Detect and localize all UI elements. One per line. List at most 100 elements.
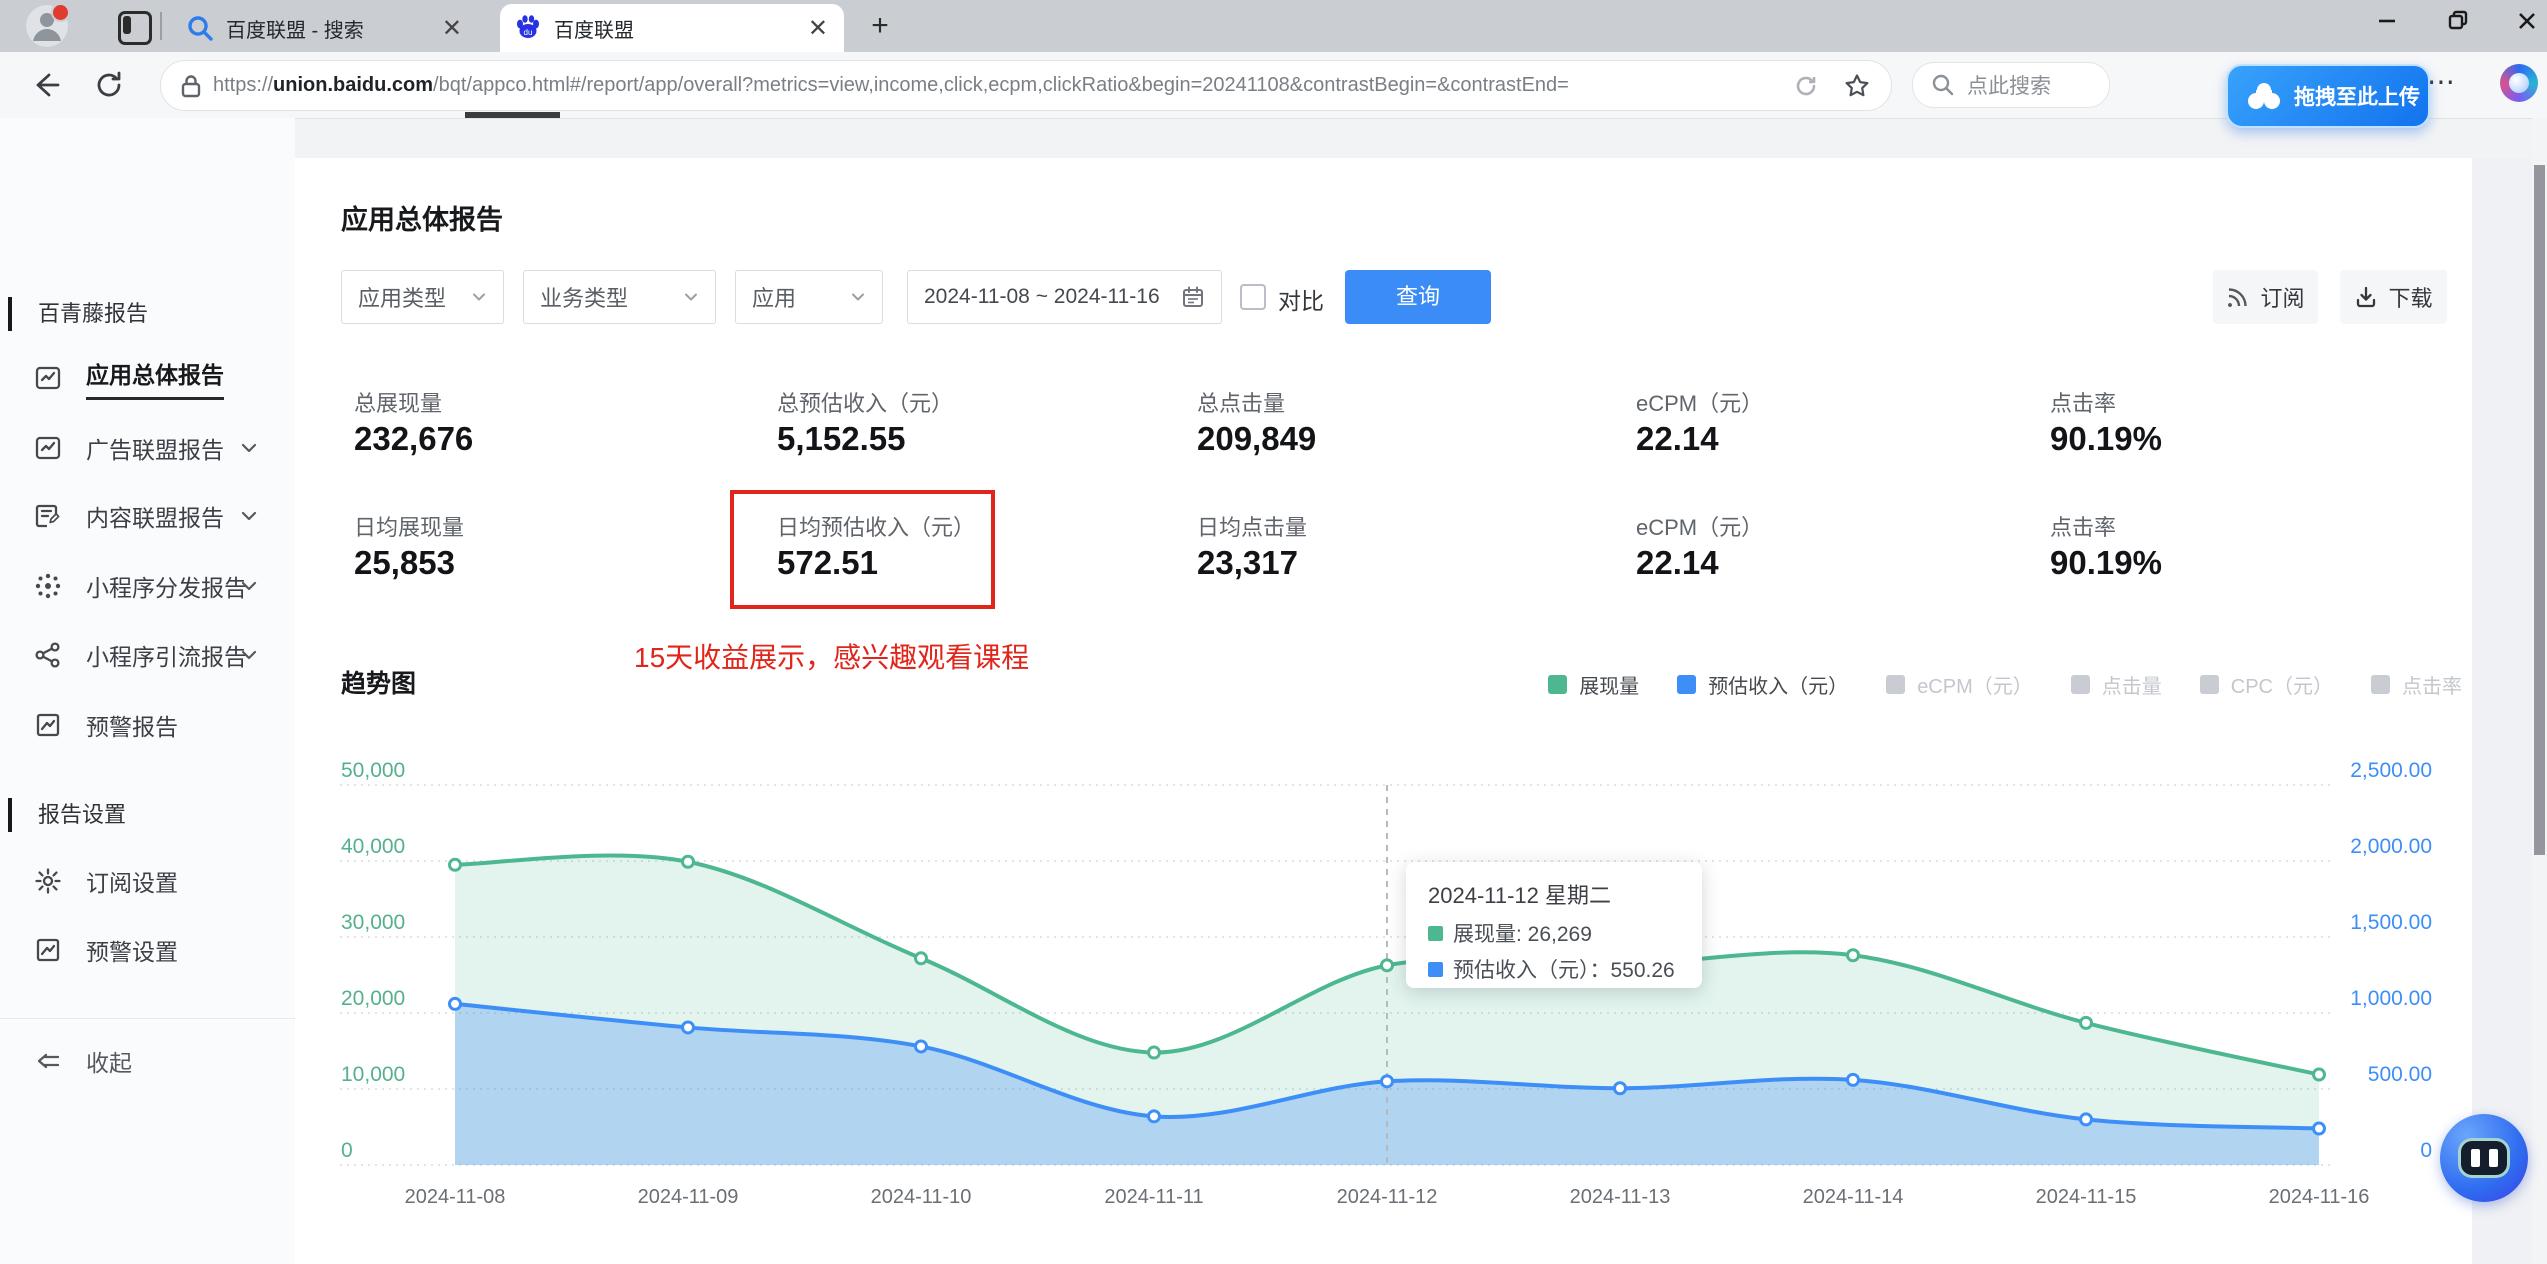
lock-icon bbox=[181, 74, 201, 97]
report-chart-icon bbox=[35, 436, 61, 460]
x-tick: 2024-11-09 bbox=[637, 1186, 739, 1208]
chart-tooltip: 2024-11-12 星期二 展现量: 26,269 预估收入（元）：550.2… bbox=[1406, 862, 1702, 988]
address-bar[interactable]: https://union.baidu.com/bqt/appco.html#/… bbox=[160, 60, 1892, 111]
page-right-gutter bbox=[2472, 158, 2532, 1264]
tab-title: 百度联盟 bbox=[554, 19, 634, 42]
point bbox=[1380, 1074, 1394, 1089]
sidebar: 百青藤报告 应用总体报告 广告联盟报告 内容联盟报告 小程序分发报告 小程序引流… bbox=[0, 118, 295, 1264]
tooltip-row: 预估收入（元）：550.26 bbox=[1428, 954, 1680, 984]
netdisk-label: 拖拽至此上传 bbox=[2294, 86, 2420, 109]
page-top-dark-bar bbox=[465, 112, 560, 118]
legend-item-cpc[interactable]: CPC（元） bbox=[2199, 670, 2333, 699]
query-button[interactable]: 查询 bbox=[1345, 270, 1491, 324]
chevron-down-icon bbox=[241, 581, 257, 591]
stat-value: 25,853 bbox=[354, 544, 455, 581]
sidebar-collapse-button[interactable]: 收起 bbox=[0, 1039, 295, 1083]
close-tab-icon[interactable]: ✕ bbox=[808, 14, 828, 43]
legend-swatch bbox=[1677, 675, 1697, 694]
new-tab-button[interactable]: + bbox=[862, 8, 898, 44]
sidebar-item-miniapp-distribution-report[interactable]: 小程序分发报告 bbox=[0, 564, 295, 608]
point bbox=[681, 854, 695, 869]
stat-value: 22.14 bbox=[1636, 420, 1719, 457]
back-button[interactable] bbox=[24, 64, 66, 106]
trend-chart[interactable] bbox=[330, 745, 2470, 1180]
app-type-select[interactable]: 应用类型 bbox=[341, 270, 504, 324]
business-type-select[interactable]: 业务类型 bbox=[523, 270, 716, 324]
stat-label: 点击率 bbox=[2050, 391, 2117, 416]
robot-face-icon bbox=[2458, 1138, 2510, 1178]
profile-avatar[interactable] bbox=[26, 3, 70, 47]
refresh-button[interactable] bbox=[88, 64, 130, 106]
point bbox=[1846, 1072, 1860, 1087]
quick-search-box[interactable]: 点此搜索 bbox=[1912, 62, 2110, 108]
x-tick: 2024-11-13 bbox=[1569, 1186, 1671, 1208]
sidebar-item-alert-settings[interactable]: 预警设置 bbox=[0, 928, 295, 972]
minimize-button[interactable] bbox=[2357, 0, 2417, 42]
legend-swatch bbox=[2199, 675, 2219, 694]
point bbox=[1147, 1109, 1161, 1124]
point bbox=[681, 1020, 695, 1035]
close-tab-icon[interactable]: ✕ bbox=[442, 14, 462, 43]
x-tick: 2024-11-12 bbox=[1336, 1186, 1438, 1208]
point bbox=[1613, 1081, 1627, 1096]
page-scrollbar[interactable] bbox=[2532, 118, 2547, 1264]
scrollbar-thumb[interactable] bbox=[2534, 165, 2545, 855]
assistant-robot-button[interactable] bbox=[2440, 1114, 2528, 1202]
sync-icon[interactable] bbox=[1793, 73, 1819, 99]
download-button[interactable]: 下载 bbox=[2340, 270, 2447, 324]
sidebar-section-settings: 报告设置 bbox=[7, 797, 126, 833]
x-tick: 2024-11-10 bbox=[870, 1186, 972, 1208]
app-select[interactable]: 应用 bbox=[735, 270, 883, 324]
x-tick: 2024-11-15 bbox=[2035, 1186, 2137, 1208]
sidebar-item-ad-union-report[interactable]: 广告联盟报告 bbox=[0, 426, 295, 470]
tab-baidu-search[interactable]: 百度联盟 - 搜索 ✕ bbox=[172, 4, 478, 52]
sidebar-item-subscription-settings[interactable]: 订阅设置 bbox=[0, 859, 295, 903]
chevron-down-icon bbox=[241, 511, 257, 521]
point bbox=[448, 996, 462, 1011]
network-nodes-icon bbox=[35, 573, 61, 599]
tab-title: 百度联盟 - 搜索 bbox=[226, 19, 364, 42]
workspaces-icon[interactable] bbox=[118, 11, 152, 45]
contrast-checkbox[interactable] bbox=[1240, 284, 1266, 310]
date-range-picker[interactable]: 2024-11-08 ~ 2024-11-16 bbox=[907, 270, 1222, 324]
stat-label: eCPM（元） bbox=[1636, 515, 1764, 540]
sidebar-section-reports: 百青藤报告 bbox=[7, 296, 148, 332]
copilot-icon[interactable] bbox=[2500, 64, 2538, 102]
legend-item-income[interactable]: 预估收入（元） bbox=[1677, 670, 1848, 699]
stat-label: 点击率 bbox=[2050, 515, 2117, 540]
restore-button[interactable] bbox=[2428, 0, 2488, 42]
search-favicon-icon bbox=[188, 16, 213, 41]
stat-label: 总展现量 bbox=[354, 391, 443, 416]
subscribe-button[interactable]: 订阅 bbox=[2213, 270, 2318, 324]
search-icon bbox=[1932, 74, 1954, 96]
chevron-down-icon bbox=[241, 443, 257, 453]
alert-trend-icon bbox=[36, 938, 60, 962]
point bbox=[1846, 948, 1860, 963]
legend-item-ecpm[interactable]: eCPM（元） bbox=[1886, 670, 2033, 699]
share-icon bbox=[35, 642, 60, 668]
legend-item-ctr[interactable]: 点击率 bbox=[2371, 670, 2462, 699]
netdisk-upload-button[interactable]: 拖拽至此上传 bbox=[2226, 64, 2430, 128]
sidebar-item-miniapp-traffic-report[interactable]: 小程序引流报告 bbox=[0, 633, 295, 677]
legend-item-impressions[interactable]: 展现量 bbox=[1548, 670, 1639, 699]
favorite-star-icon[interactable] bbox=[1843, 72, 1871, 100]
x-tick: 2024-11-16 bbox=[2268, 1186, 2370, 1208]
search-placeholder: 点此搜索 bbox=[1967, 75, 2051, 98]
tooltip-row: 展现量: 26,269 bbox=[1428, 918, 1680, 948]
collapse-arrow-icon bbox=[37, 1053, 60, 1069]
sidebar-item-content-union-report[interactable]: 内容联盟报告 bbox=[0, 494, 295, 538]
series-swatch bbox=[1428, 961, 1443, 977]
legend-item-clicks[interactable]: 点击量 bbox=[2070, 670, 2162, 699]
sidebar-item-app-overall-report[interactable]: 应用总体报告 bbox=[0, 356, 295, 400]
legend-swatch bbox=[2070, 675, 2090, 694]
point bbox=[914, 1039, 928, 1054]
close-window-button[interactable] bbox=[2497, 0, 2547, 42]
chart-title: 趋势图 bbox=[341, 670, 417, 698]
sidebar-item-alert-report[interactable]: 预警报告 bbox=[0, 703, 295, 747]
browser-window: 百度联盟 - 搜索 ✕ du 百度联盟 ✕ + https://union.ba… bbox=[0, 0, 2547, 1264]
tab-baidu-union[interactable]: du 百度联盟 ✕ bbox=[500, 4, 844, 52]
chevron-down-icon bbox=[685, 293, 697, 301]
point bbox=[2079, 1112, 2093, 1127]
stat-value: 232,676 bbox=[354, 420, 474, 457]
red-annotation-text: 15天收益展示，感兴趣观看课程 bbox=[634, 642, 1030, 673]
